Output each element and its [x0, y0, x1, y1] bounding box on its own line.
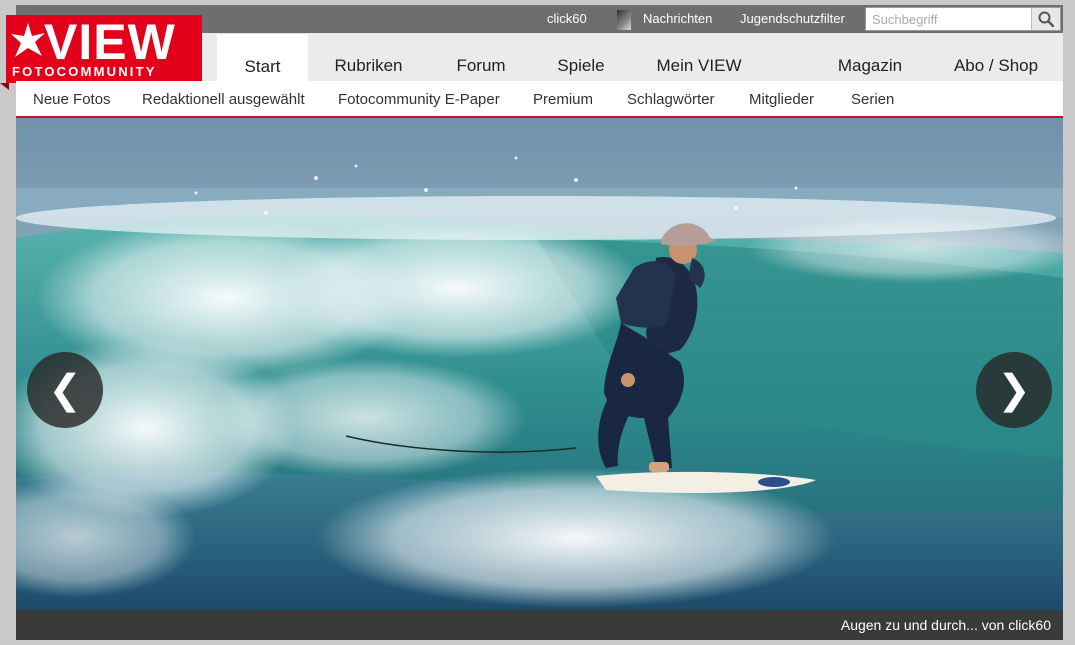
tab-mein-view[interactable]: Mein VIEW	[646, 33, 752, 81]
subnav-premium[interactable]: Premium	[533, 81, 593, 116]
tab-spiele[interactable]: Spiele	[546, 33, 616, 81]
youth-filter-link[interactable]: Jugendschutzfilter	[740, 5, 845, 33]
search-button[interactable]	[1031, 8, 1060, 30]
star-icon	[11, 23, 45, 57]
chevron-right-icon: ❯	[997, 368, 1031, 412]
username-link[interactable]: click60	[547, 5, 587, 33]
tab-start[interactable]: Start	[217, 33, 308, 81]
search-input[interactable]	[866, 8, 1032, 30]
user-avatar[interactable]	[617, 10, 631, 30]
logo-subtitle: FOTOCOMMUNITY	[12, 64, 157, 79]
subnav-redaktionell[interactable]: Redaktionell ausgewählt	[142, 81, 305, 116]
view-fotocommunity-logo[interactable]: VIEW FOTOCOMMUNITY	[6, 15, 202, 83]
subnav-epaper[interactable]: Fotocommunity E-Paper	[338, 81, 500, 116]
subnav-serien[interactable]: Serien	[851, 81, 894, 116]
subnav-mitglieder[interactable]: Mitglieder	[749, 81, 814, 116]
slideshow-prev-button[interactable]: ❮	[27, 352, 103, 428]
featured-photo[interactable]: ❮ ❯	[16, 118, 1063, 610]
logo-fold-shadow	[0, 83, 9, 90]
surfer-photo	[16, 118, 1063, 610]
photo-caption-bar: Augen zu und durch... von click60	[16, 610, 1063, 640]
slideshow-next-button[interactable]: ❯	[976, 352, 1052, 428]
tab-forum[interactable]: Forum	[446, 33, 516, 81]
sub-navigation: Neue Fotos Redaktionell ausgewählt Fotoc…	[16, 81, 1063, 118]
subnav-schlagwoerter[interactable]: Schlagwörter	[627, 81, 715, 116]
tab-rubriken[interactable]: Rubriken	[326, 33, 411, 81]
tab-abo-shop[interactable]: Abo / Shop	[948, 33, 1044, 81]
messages-link[interactable]: Nachrichten	[643, 5, 712, 33]
chevron-left-icon: ❮	[48, 368, 82, 412]
tab-magazin[interactable]: Magazin	[831, 33, 909, 81]
photo-caption[interactable]: Augen zu und durch... von click60	[841, 610, 1051, 640]
subnav-neue-fotos[interactable]: Neue Fotos	[33, 81, 111, 116]
search-box	[865, 7, 1061, 31]
search-icon	[1038, 11, 1054, 27]
